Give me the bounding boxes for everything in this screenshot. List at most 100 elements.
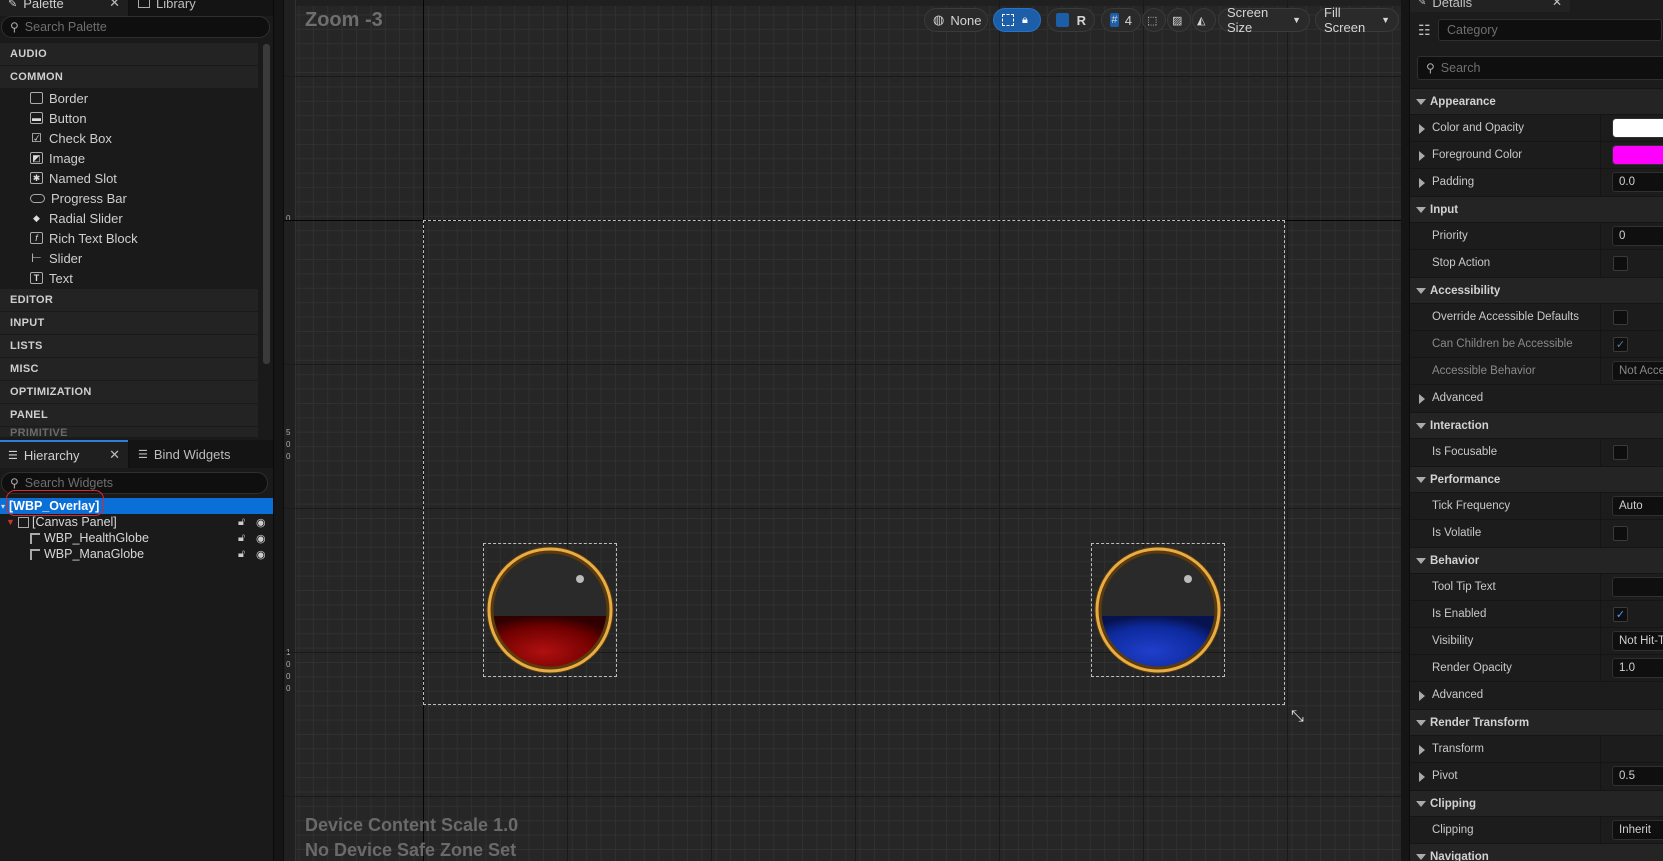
checkmark-icon[interactable]: ✓ (1613, 607, 1628, 622)
background-button[interactable]: ▨ (1167, 8, 1191, 32)
eye-icon[interactable]: ◉ (256, 532, 266, 545)
render-opacity-value[interactable]: 1.0 (1612, 658, 1663, 678)
tick-frequency-dropdown[interactable]: Auto (1612, 496, 1663, 516)
tab-palette[interactable]: ✎ Palette ✕ (0, 0, 128, 16)
palette-item-named-slot[interactable]: ✱ Named Slot (30, 168, 117, 188)
row-is-enabled[interactable]: Is Enabled ✓ (1410, 600, 1663, 628)
fill-screen-dropdown[interactable]: Fill Screen ▼ (1315, 5, 1399, 35)
localization-button[interactable]: ◍ None (924, 8, 988, 32)
category-editor[interactable]: EDITOR (0, 289, 258, 311)
category-lists[interactable]: LISTS (0, 335, 258, 357)
row-advanced[interactable]: Advanced (1410, 681, 1663, 708)
hierarchy-row-canvas[interactable]: ▼ [Canvas Panel] 🔓︎ ◉ (0, 514, 273, 530)
palette-item-slider[interactable]: ⊢ Slider (30, 248, 82, 268)
priority-value[interactable]: 0 (1612, 226, 1663, 246)
row-tick-frequency[interactable]: Tick Frequency Auto (1410, 492, 1663, 520)
hierarchy-row-mana-globe[interactable]: WBP_ManaGlobe 🔓︎ ◉ (0, 546, 273, 562)
close-icon[interactable]: ✕ (109, 447, 120, 463)
details-tab[interactable]: ✎ Details ✕ (1410, 0, 1570, 12)
selection-lock-toggle[interactable]: 🔒︎ (993, 8, 1041, 32)
clipping-dropdown[interactable]: Inherit (1612, 820, 1663, 840)
padding-value[interactable]: 0.0 (1612, 172, 1663, 192)
mirror-button[interactable]: ◭ (1192, 8, 1216, 32)
eye-icon[interactable]: ◉ (256, 548, 266, 561)
row-color-opacity[interactable]: Color and Opacity (1410, 114, 1663, 142)
flow-direction-button[interactable]: ⬚ (1142, 8, 1166, 32)
section-performance[interactable]: Performance (1410, 466, 1663, 492)
category-panel[interactable]: PANEL (0, 404, 258, 426)
palette-scrollbar[interactable] (263, 44, 270, 364)
row-padding[interactable]: Padding 0.0 (1410, 168, 1663, 196)
section-clipping[interactable]: Clipping (1410, 790, 1663, 816)
palette-search[interactable]: ⚲ (1, 16, 270, 38)
tab-library[interactable]: Library (130, 0, 273, 16)
tab-bind-widgets[interactable]: ☰ Bind Widgets (130, 440, 273, 468)
category-primitive[interactable]: PRIMITIVE (0, 427, 258, 437)
grid-snap-toggle[interactable]: # 4 (1101, 8, 1141, 32)
close-icon[interactable]: ✕ (109, 0, 120, 11)
palette-item-progress-bar[interactable]: Progress Bar (30, 188, 127, 208)
eye-icon[interactable]: ◉ (256, 516, 266, 529)
row-transform[interactable]: Transform (1410, 735, 1663, 763)
row-tooltip[interactable]: Tool Tip Text (1410, 573, 1663, 601)
row-clipping[interactable]: Clipping Inherit (1410, 816, 1663, 844)
lock-icon[interactable]: 🔓︎ (238, 548, 245, 561)
row-override-accessible[interactable]: Override Accessible Defaults (1410, 303, 1663, 331)
palette-item-text[interactable]: T Text (30, 268, 73, 288)
row-is-focusable[interactable]: Is Focusable (1410, 438, 1663, 466)
row-visibility[interactable]: Visibility Not Hit-Testable (1410, 627, 1663, 655)
palette-search-input[interactable] (24, 20, 269, 34)
section-accessibility[interactable]: Accessibility (1410, 277, 1663, 303)
details-search[interactable]: ⚲ (1417, 56, 1663, 80)
color-swatch[interactable] (1612, 145, 1663, 165)
row-foreground-color[interactable]: Foreground Color (1410, 141, 1663, 169)
row-priority[interactable]: Priority 0 (1410, 222, 1663, 250)
screen-size-dropdown[interactable]: Screen Size ▼ (1218, 5, 1310, 35)
section-behavior[interactable]: Behavior (1410, 547, 1663, 573)
is-volatile-checkbox[interactable] (1613, 526, 1628, 541)
section-render-transform[interactable]: Render Transform (1410, 709, 1663, 735)
category-audio[interactable]: AUDIO (0, 43, 258, 65)
category-input[interactable]: INPUT (0, 312, 258, 334)
palette-item-rich-text[interactable]: f Rich Text Block (30, 228, 138, 248)
category-optimization[interactable]: OPTIMIZATION (0, 381, 258, 403)
list-view-icon[interactable]: ☷ (1418, 22, 1431, 39)
close-icon[interactable]: ✕ (1552, 0, 1562, 9)
lock-icon[interactable]: 🔓︎ (238, 532, 245, 545)
tooltip-input[interactable] (1612, 577, 1663, 597)
details-search-input[interactable] (1440, 61, 1663, 75)
palette-item-button[interactable]: ▬ Button (30, 108, 87, 128)
section-appearance[interactable]: Appearance (1410, 88, 1663, 114)
lock-icon[interactable]: 🔓︎ (238, 516, 245, 529)
stop-action-checkbox[interactable] (1613, 256, 1628, 271)
category-common[interactable]: COMMON (0, 66, 258, 88)
resize-handle-icon[interactable]: ⤡ (1291, 708, 1304, 726)
category-input[interactable] (1447, 23, 1661, 37)
row-pivot[interactable]: Pivot 0.5 (1410, 762, 1663, 790)
palette-item-checkbox[interactable]: ☑ Check Box (30, 128, 112, 148)
override-checkbox[interactable] (1613, 310, 1628, 325)
designer-viewport[interactable]: 0 5 0 0 1 0 0 0 Zoom -3 ◍ None 🔒︎ R # 4 … (283, 0, 1401, 861)
is-focusable-checkbox[interactable] (1613, 445, 1628, 460)
row-render-opacity[interactable]: Render Opacity 1.0 (1410, 654, 1663, 682)
category-filter[interactable] (1438, 19, 1662, 41)
hierarchy-row-health-globe[interactable]: WBP_HealthGlobe 🔓︎ ◉ (0, 530, 273, 546)
palette-item-image[interactable]: ◩ Image (30, 148, 85, 168)
section-navigation[interactable]: Navigation (1410, 843, 1663, 861)
tab-hierarchy[interactable]: ☰ Hierarchy ✕ (0, 440, 128, 468)
row-stop-action[interactable]: Stop Action (1410, 249, 1663, 277)
row-is-volatile[interactable]: Is Volatile (1410, 519, 1663, 547)
color-swatch[interactable] (1612, 118, 1663, 138)
health-globe[interactable] (485, 545, 615, 675)
section-interaction[interactable]: Interaction (1410, 412, 1663, 438)
hierarchy-search-input[interactable] (24, 476, 267, 490)
visibility-dropdown[interactable]: Not Hit-Testable (1612, 631, 1663, 651)
category-misc[interactable]: MISC (0, 358, 258, 380)
palette-item-border[interactable]: Border (30, 88, 88, 108)
row-advanced[interactable]: Advanced (1410, 384, 1663, 411)
mana-globe[interactable] (1093, 545, 1223, 675)
respect-locks-toggle[interactable]: R (1047, 8, 1095, 32)
pivot-value[interactable]: 0.5 (1612, 766, 1663, 786)
palette-item-radial-slider[interactable]: ◆ Radial Slider (30, 208, 123, 228)
section-input[interactable]: Input (1410, 196, 1663, 222)
